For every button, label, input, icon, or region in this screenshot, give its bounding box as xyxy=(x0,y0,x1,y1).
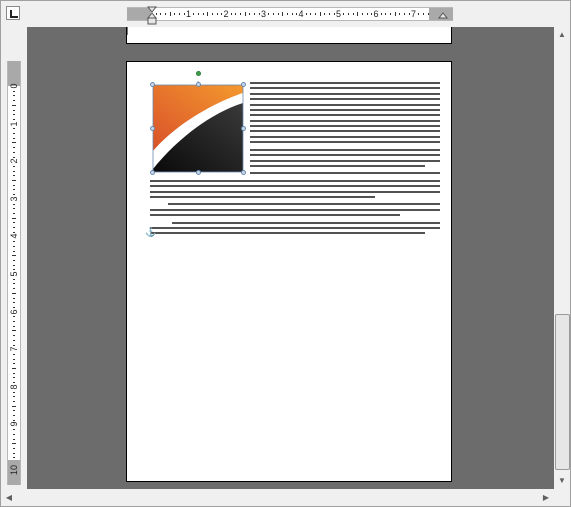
ruler-tick xyxy=(13,288,15,290)
ruler-tick xyxy=(13,400,15,402)
ruler-tick xyxy=(12,104,16,106)
ruler-label: 8 xyxy=(9,384,19,390)
left-tab-icon[interactable] xyxy=(6,6,20,20)
ruler-tick xyxy=(13,137,15,139)
ruler-tick xyxy=(12,142,16,144)
ruler-tick xyxy=(13,90,15,92)
ruler-tick xyxy=(13,321,15,322)
ruler-tick xyxy=(13,189,15,191)
first-line-indent-marker xyxy=(146,6,158,13)
vertical-ruler[interactable]: 0 1 2 3 4 5 6 7 8 9 10 xyxy=(7,61,21,485)
scroll-right-button[interactable]: ▶ xyxy=(538,489,554,506)
selected-picture[interactable] xyxy=(149,71,247,176)
ruler-tick xyxy=(13,358,15,360)
vertical-scrollbar[interactable]: ▲ ▼ xyxy=(554,27,570,489)
previous-page-bottom xyxy=(126,27,452,44)
scroll-left-button[interactable]: ◀ xyxy=(1,489,17,506)
body-paragraph[interactable]: 'How happy am I!' cried he; 'nobody was … xyxy=(150,220,440,237)
vertical-scroll-thumb[interactable] xyxy=(555,314,570,470)
resize-handle-right[interactable] xyxy=(241,126,246,131)
ruler-tick xyxy=(13,227,15,228)
right-indent-marker xyxy=(437,12,449,19)
ruler-tick xyxy=(13,396,15,398)
ruler-tick xyxy=(12,217,16,219)
ruler-tick xyxy=(13,283,15,285)
ruler-label: 7 xyxy=(9,346,19,352)
ruler-tick xyxy=(12,292,16,294)
body-paragraph[interactable]: ... stone tired him sadly: and he dragge… xyxy=(150,178,440,201)
resize-handle-top-left[interactable] xyxy=(150,82,155,87)
document-page[interactable]: for it.' 'And the horse?' 'I gave a lump… xyxy=(126,61,452,482)
ruler-tick xyxy=(13,170,15,172)
hanging-indent-marker xyxy=(146,12,158,19)
ruler-tick xyxy=(13,335,15,337)
ruler-tick xyxy=(13,147,15,149)
rotate-handle[interactable] xyxy=(196,71,201,76)
ruler-corner xyxy=(1,1,25,27)
ruler-label: 5 xyxy=(9,271,19,277)
ruler-label: 9 xyxy=(9,421,19,427)
paragraph-text: For a while he watched it sinking in the… xyxy=(150,202,151,203)
ruler-tick xyxy=(12,180,16,181)
ruler-tick xyxy=(13,363,15,365)
ruler-tick xyxy=(13,259,15,261)
ruler-tick xyxy=(13,114,15,116)
ruler-tick xyxy=(13,415,15,416)
resize-handle-bottom[interactable] xyxy=(196,170,201,175)
resize-handle-top-right[interactable] xyxy=(241,82,246,87)
ruler-tick xyxy=(13,212,15,214)
anchor-icon[interactable]: ⚓ xyxy=(145,227,156,238)
ruler-tick xyxy=(12,405,16,407)
ruler-tick xyxy=(13,447,15,449)
document-editor-window: 1234567 012345678910 for it.' 'And the h… xyxy=(0,0,571,507)
resize-handle-top[interactable] xyxy=(196,82,201,87)
ruler-tick xyxy=(12,443,16,445)
ruler-tick xyxy=(13,100,15,102)
ruler-tick xyxy=(13,151,15,153)
resize-handle-bottom-left[interactable] xyxy=(150,170,155,175)
ruler-tick xyxy=(13,184,15,186)
scroll-down-button[interactable]: ▼ xyxy=(554,473,570,489)
ruler-tick xyxy=(13,452,15,454)
ruler-tick xyxy=(13,433,15,435)
ruler-tick xyxy=(13,175,15,177)
ruler-tick xyxy=(13,302,15,304)
ruler-label: 6 xyxy=(9,309,19,315)
ruler-label: 3 xyxy=(9,196,19,202)
ruler-tick xyxy=(13,438,15,440)
ruler-tick xyxy=(13,208,15,210)
left-indent-marker xyxy=(147,17,157,25)
resize-handle-bottom-right[interactable] xyxy=(241,170,246,175)
scrollbar-corner xyxy=(554,489,570,506)
horizontal-ruler-indent-markers[interactable] xyxy=(121,1,451,27)
ruler-tick xyxy=(13,377,15,379)
ruler-tick xyxy=(12,368,16,369)
ruler-tick xyxy=(13,325,15,327)
ruler-tick xyxy=(13,410,15,412)
ruler-label: 4 xyxy=(9,233,19,239)
ruler-tick xyxy=(13,133,15,134)
ruler-tick xyxy=(13,95,15,97)
ruler-label: 10 xyxy=(9,465,19,476)
resize-handle-left[interactable] xyxy=(150,126,155,131)
ruler-tick xyxy=(13,250,15,252)
scroll-up-button[interactable]: ▲ xyxy=(554,27,570,43)
body-paragraph[interactable]: For a while he watched it sinking in the… xyxy=(150,202,440,218)
gradient-shape-image[interactable] xyxy=(149,79,247,176)
ruler-tick xyxy=(13,264,15,266)
document-viewport[interactable]: for it.' 'And the horse?' 'I gave a lump… xyxy=(27,27,554,489)
ruler-label: 2 xyxy=(9,158,19,164)
ruler-label: 1 xyxy=(9,121,19,127)
ruler-tick xyxy=(13,245,15,247)
ruler-tick xyxy=(13,222,15,224)
paragraph-text: 'How happy am I!' cried he; 'nobody was … xyxy=(150,221,151,222)
ruler-tick xyxy=(12,330,16,332)
ruler-tick xyxy=(13,372,15,374)
ruler-tick xyxy=(13,339,15,341)
ruler-tick xyxy=(13,457,15,459)
ruler-tick xyxy=(12,255,16,257)
ruler-tick xyxy=(13,297,15,299)
horizontal-scrollbar[interactable]: ◀ ▶ xyxy=(1,489,554,506)
ruler-tick xyxy=(13,109,15,111)
